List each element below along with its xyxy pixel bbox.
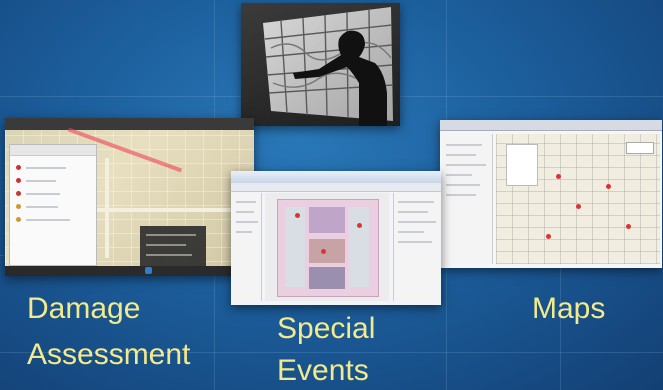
special-events-image bbox=[231, 171, 441, 305]
damage-assessment-image bbox=[5, 118, 254, 276]
app-button-icon bbox=[145, 267, 152, 274]
app-toolbar bbox=[5, 118, 254, 130]
app-popup bbox=[140, 226, 206, 266]
event-map-view bbox=[265, 193, 389, 301]
app-side-panel bbox=[9, 144, 97, 266]
layer-list-panel bbox=[442, 134, 493, 264]
caption-special-line2: Events bbox=[277, 354, 369, 387]
person-at-map-wall-icon bbox=[263, 7, 394, 126]
maps-image bbox=[440, 120, 662, 268]
tool-panel bbox=[233, 193, 262, 301]
map-view bbox=[496, 134, 660, 264]
caption-maps: Maps bbox=[532, 292, 606, 325]
touch-wall-image bbox=[241, 3, 400, 126]
caption-special-line1: Special bbox=[277, 312, 376, 345]
caption-damage-line1: Damage bbox=[27, 292, 141, 325]
attribute-panel bbox=[393, 193, 440, 301]
window-titlebar bbox=[440, 120, 662, 131]
caption-damage-line2: Assessment bbox=[27, 338, 191, 371]
